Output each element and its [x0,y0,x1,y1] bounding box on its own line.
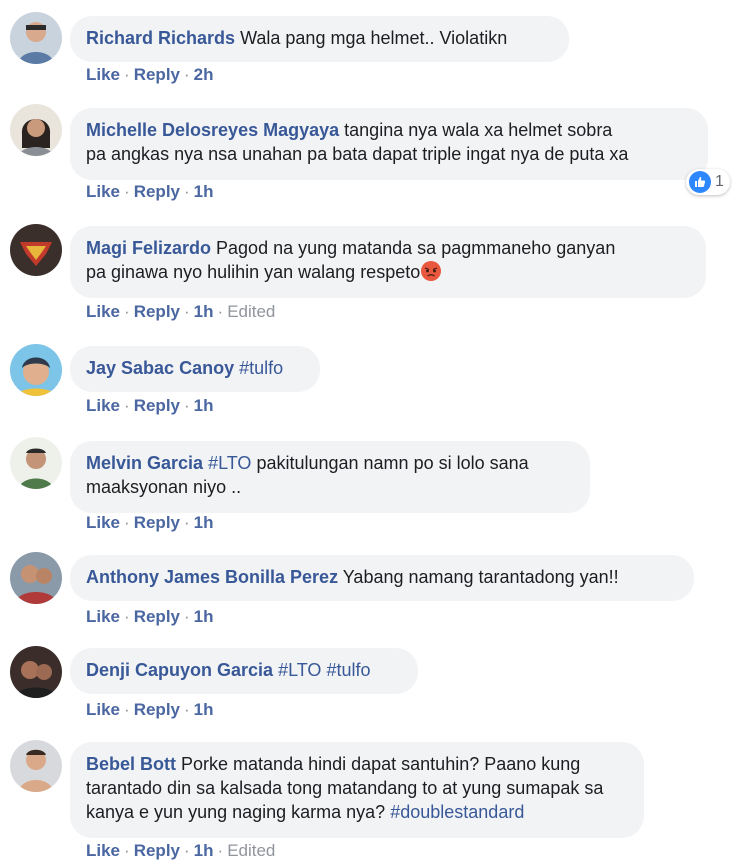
reply-link[interactable]: Reply [134,396,180,415]
comment-text: maaksyonan niyo .. [86,477,242,497]
timestamp[interactable]: 1h [194,182,214,201]
separator: · [124,182,130,201]
separator: · [124,65,130,84]
separator: · [184,607,190,626]
separator: · [184,182,190,201]
separator: · [184,513,190,532]
avatar[interactable] [10,344,62,396]
reply-link[interactable]: Reply [134,700,180,719]
timestamp[interactable]: 1h [194,513,214,532]
separator: · [124,607,130,626]
comment-bubble: Michelle Delosreyes Magyaya tangina nya … [70,108,708,180]
comment-text: Yabang namang tarantadong yan!! [342,567,619,587]
comment-actions: Like · Reply · 1h [86,607,214,627]
reply-link[interactable]: Reply [134,513,180,532]
separator: · [184,302,190,321]
angry-face-icon [420,260,442,282]
reply-link[interactable]: Reply [134,607,180,626]
comment-actions: Like · Reply · 1h [86,700,214,720]
avatar[interactable] [10,552,62,604]
avatar[interactable] [10,437,62,489]
separator: · [184,700,190,719]
comment-actions: Like · Reply · 1h [86,513,214,533]
timestamp[interactable]: 1h [194,700,214,719]
author-name[interactable]: Anthony James Bonilla Perez [86,567,338,587]
comment-actions: Like · Reply · 1h [86,182,214,202]
reply-link[interactable]: Reply [134,65,180,84]
like-link[interactable]: Like [86,65,120,84]
comment-text: Wala pang mga helmet.. Violatikn [240,28,508,48]
comment-bubble: Denji Capuyon Garcia #LTO #tulfo [70,648,418,694]
author-name[interactable]: Melvin Garcia [86,453,203,473]
avatar[interactable] [10,740,62,792]
separator: · [184,396,190,415]
separator: · [124,700,130,719]
comment-actions: Like · Reply · 2h [86,65,214,85]
comment-text: Porke matanda hindi dapat santuhin? Paan… [181,754,581,774]
reaction-count: 1 [715,173,724,190]
timestamp[interactable]: 2h [194,65,214,84]
author-name[interactable]: Bebel Bott [86,754,176,774]
comment-bubble: Richard Richards Wala pang mga helmet.. … [70,16,569,62]
avatar[interactable] [10,104,62,156]
timestamp[interactable]: 1h [194,841,214,860]
reply-link[interactable]: Reply [134,302,180,321]
reply-link[interactable]: Reply [134,841,180,860]
separator: · [184,65,190,84]
comment-actions: Like · Reply · 1h · Edited [86,302,275,322]
separator: · [217,302,224,321]
comment-text: tarantado din sa kalsada tong matandang … [86,778,604,798]
hashtag-link[interactable]: #LTO [278,660,321,680]
comment-actions: Like · Reply · 1h [86,396,214,416]
author-name[interactable]: Richard Richards [86,28,235,48]
comment-actions: Like · Reply · 1h · Edited [86,841,275,861]
hashtag-link[interactable]: #LTO [208,453,251,473]
hashtag-link[interactable]: #tulfo [326,660,370,680]
like-link[interactable]: Like [86,396,120,415]
reaction-badge[interactable]: 1 [686,169,730,195]
comment-text: tangina nya wala xa helmet sobra [344,120,613,140]
comment-text: pa angkas nya nsa unahan pa bata dapat t… [86,144,629,164]
hashtag-link[interactable]: #tulfo [239,358,283,378]
like-icon [689,171,711,193]
comment-text: kanya e yun yung naging karma nya? [86,802,386,822]
author-name[interactable]: Denji Capuyon Garcia [86,660,273,680]
avatar[interactable] [10,12,62,64]
timestamp[interactable]: 1h [194,396,214,415]
comment-bubble: Bebel Bott Porke matanda hindi dapat san… [70,742,644,838]
comment-text: pakitulungan namn po si lolo sana [256,453,529,473]
author-name[interactable]: Jay Sabac Canoy [86,358,234,378]
timestamp[interactable]: 1h [194,607,214,626]
separator: · [124,513,130,532]
comment-bubble: Melvin Garcia #LTO pakitulungan namn po … [70,441,590,513]
like-link[interactable]: Like [86,182,120,201]
reply-link[interactable]: Reply [134,182,180,201]
comment-bubble: Jay Sabac Canoy #tulfo [70,346,320,392]
edited-label[interactable]: Edited [227,841,275,860]
separator: · [124,396,130,415]
comment-text: Pagod na yung matanda sa pagmmaneho gany… [216,238,616,258]
comment-text: pa ginawa nyo hulihin yan walang respeto [86,262,421,282]
author-name[interactable]: Magi Felizardo [86,238,211,258]
comment-bubble: Anthony James Bonilla Perez Yabang naman… [70,555,694,601]
edited-label[interactable]: Edited [227,302,275,321]
hashtag-link[interactable]: #doublestandard [390,802,524,822]
separator: · [217,841,224,860]
separator: · [124,302,130,321]
author-name[interactable]: Michelle Delosreyes Magyaya [86,120,339,140]
avatar[interactable] [10,646,62,698]
like-link[interactable]: Like [86,700,120,719]
comment-bubble: Magi Felizardo Pagod na yung matanda sa … [70,226,706,298]
separator: · [124,841,130,860]
like-link[interactable]: Like [86,841,120,860]
like-link[interactable]: Like [86,513,120,532]
avatar[interactable] [10,224,62,276]
like-link[interactable]: Like [86,607,120,626]
separator: · [184,841,190,860]
timestamp[interactable]: 1h [194,302,214,321]
like-link[interactable]: Like [86,302,120,321]
